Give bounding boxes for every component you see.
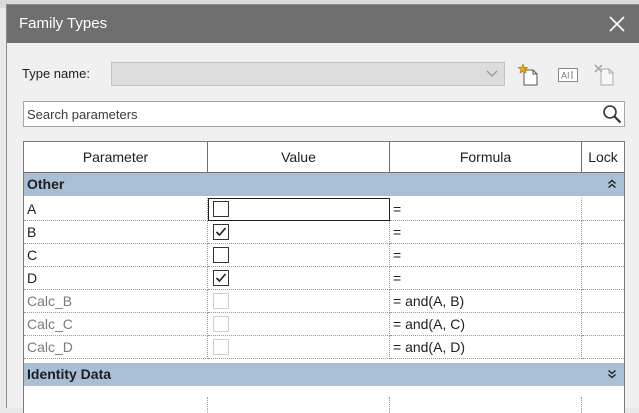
type-name-label: Type name: [22, 66, 90, 81]
value-checkbox-disabled [213, 339, 229, 355]
formula-cell[interactable]: = [390, 198, 582, 221]
empty-cell [24, 397, 208, 413]
group-header-other[interactable]: Other [24, 173, 624, 196]
family-types-dialog: Family Types Type name: AI Search parame… [6, 4, 639, 413]
value-checkbox-disabled [213, 293, 229, 309]
table-row[interactable]: A = [24, 198, 624, 221]
value-cell [208, 336, 390, 359]
formula-cell[interactable]: = and(A, C) [390, 313, 582, 336]
value-cell[interactable] [208, 221, 390, 244]
value-cell[interactable] [208, 267, 390, 290]
checkmark-icon [215, 273, 227, 283]
rename-type-button[interactable]: AI [556, 63, 580, 87]
new-type-button[interactable] [517, 63, 541, 87]
value-cell[interactable] [208, 244, 390, 267]
column-header-value[interactable]: Value [208, 142, 390, 172]
expand-icon[interactable] [607, 369, 617, 379]
search-input[interactable] [27, 104, 587, 124]
svg-text:AI: AI [561, 71, 570, 81]
value-cell [208, 290, 390, 313]
parameter-name: Calc_D [24, 336, 208, 359]
lock-cell[interactable] [582, 290, 624, 313]
group-header-identity-data[interactable]: Identity Data [24, 363, 624, 386]
parameter-name: B [24, 221, 208, 244]
formula-cell[interactable]: = [390, 221, 582, 244]
delete-type-icon [594, 64, 614, 86]
dialog-title: Family Types [19, 15, 108, 32]
table-row[interactable]: D = [24, 267, 624, 290]
table-row[interactable]: B = [24, 221, 624, 244]
value-checkbox[interactable] [213, 224, 229, 240]
group-label: Other [27, 176, 65, 192]
chevron-down-icon [486, 70, 498, 77]
group-label: Identity Data [27, 366, 112, 382]
close-icon [609, 16, 625, 32]
formula-cell[interactable]: = and(A, B) [390, 290, 582, 313]
lock-cell[interactable] [582, 198, 624, 221]
search-icon[interactable] [602, 104, 622, 124]
parameters-grid: Parameter Value Formula Lock Other A = B [23, 141, 625, 413]
close-button[interactable] [595, 5, 639, 43]
grid-header: Parameter Value Formula Lock [24, 142, 624, 173]
collapse-icon[interactable] [607, 179, 617, 189]
lock-cell[interactable] [582, 336, 624, 359]
column-header-parameter[interactable]: Parameter [24, 142, 208, 172]
search-box [23, 101, 625, 127]
value-cell[interactable] [208, 198, 390, 221]
new-type-icon [517, 63, 538, 86]
checkmark-icon [215, 227, 227, 237]
lock-cell[interactable] [582, 267, 624, 290]
parameter-name: C [24, 244, 208, 267]
parameter-name: A [24, 198, 208, 221]
empty-cell [390, 397, 582, 413]
lock-cell[interactable] [582, 221, 624, 244]
parameter-name: D [24, 267, 208, 290]
empty-cell [208, 397, 390, 413]
value-cell [208, 313, 390, 336]
formula-cell[interactable]: = [390, 267, 582, 290]
rename-type-icon: AI [558, 68, 578, 82]
table-row[interactable]: C = [24, 244, 624, 267]
lock-cell[interactable] [582, 313, 624, 336]
value-checkbox-disabled [213, 316, 229, 332]
value-checkbox[interactable] [213, 270, 229, 286]
value-checkbox[interactable] [213, 201, 229, 217]
formula-cell[interactable]: = and(A, D) [390, 336, 582, 359]
value-checkbox[interactable] [213, 247, 229, 263]
lock-cell[interactable] [582, 244, 624, 267]
parameter-name: Calc_B [24, 290, 208, 313]
column-header-lock[interactable]: Lock [582, 142, 624, 172]
table-row[interactable]: Calc_C = and(A, C) [24, 313, 624, 336]
parameter-name: Calc_C [24, 313, 208, 336]
title-bar: Family Types [7, 5, 639, 43]
type-name-dropdown[interactable] [111, 62, 505, 86]
column-header-formula[interactable]: Formula [390, 142, 582, 172]
table-row[interactable]: Calc_B = and(A, B) [24, 290, 624, 313]
delete-type-button[interactable] [593, 63, 617, 87]
table-row[interactable]: Calc_D = and(A, D) [24, 336, 624, 359]
formula-cell[interactable]: = [390, 244, 582, 267]
